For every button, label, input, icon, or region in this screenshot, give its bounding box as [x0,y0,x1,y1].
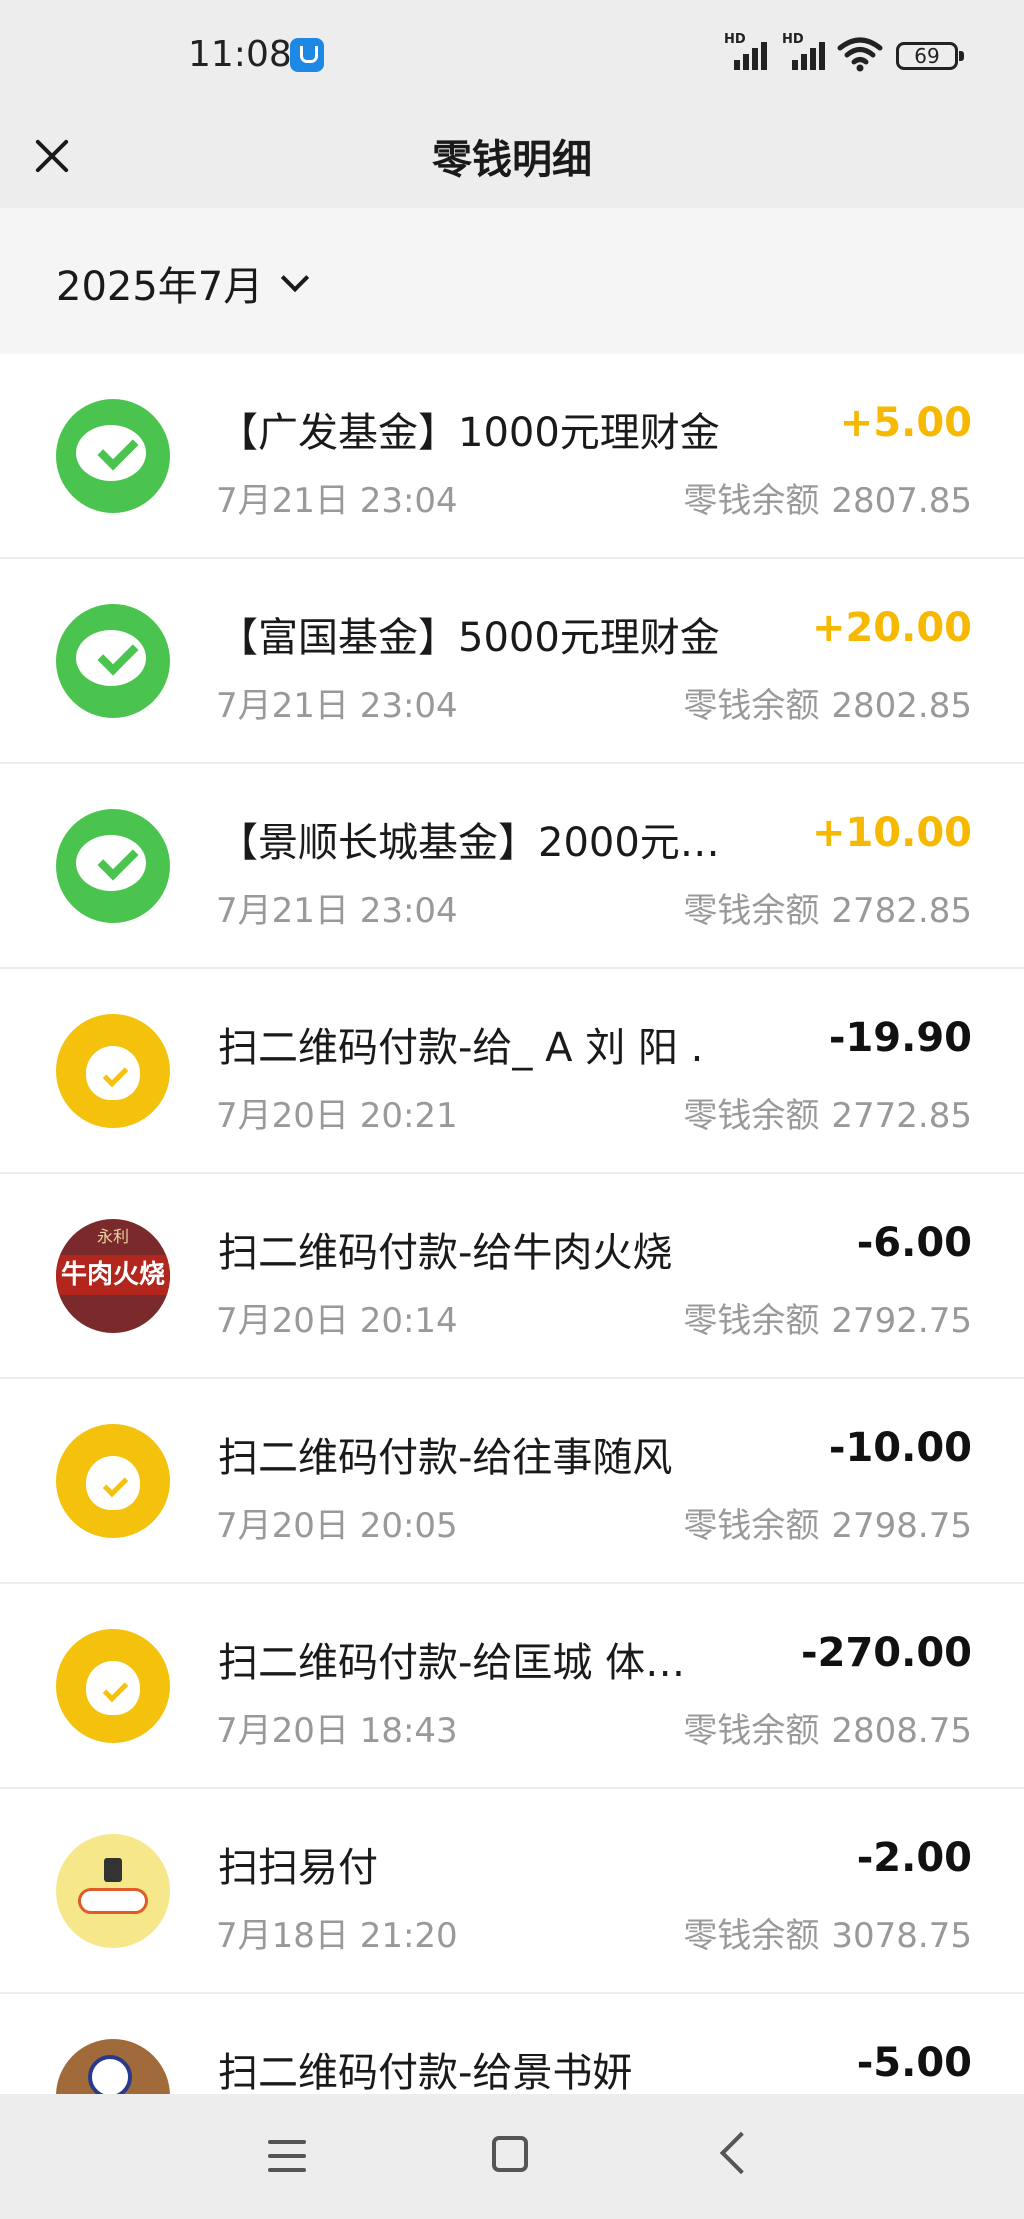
transaction-title: 【富国基金】5000元理财金 [218,615,720,661]
hd-label: HD [782,32,804,47]
transaction-title: 扫二维码付款-给匡城 体… [218,1640,686,1686]
transaction-title: 扫二维码付款-给牛肉火烧 [218,1230,673,1276]
status-time: 11:08 [188,34,292,75]
balance-value: 3078.75 [831,1916,972,1956]
transaction-title: 扫二维码付款-给_ A 刘 阳 . [218,1025,704,1071]
transaction-row[interactable]: 扫扫易付 7月18日 21:20 -2.00 零钱余额 3078.75 [0,1789,1024,1994]
balance-label: 零钱余额 [683,1916,820,1956]
transaction-row[interactable]: 扫二维码付款-给景书妍 -5.00 [0,1994,1024,2094]
transaction-time: 7月18日 21:20 [216,1916,458,1956]
balance-label: 零钱余额 [683,481,820,521]
transaction-title: 扫扫易付 [218,1845,378,1891]
balance-value: 2792.75 [831,1301,972,1341]
month-label: 2025年7月 [56,264,264,310]
transaction-row[interactable]: 扫二维码付款-给_ A 刘 阳 . 7月20日 20:21 -19.90 零钱余… [0,969,1024,1174]
transaction-amount: -270.00 [801,1630,972,1676]
moneybag-icon [56,1424,170,1538]
system-nav-bar [0,2094,1024,2219]
title-bar: 零钱明细 [0,112,1024,208]
transaction-balance: 零钱余额 2772.85 [683,1088,972,1137]
balance-label: 零钱余额 [683,1506,820,1546]
transaction-row[interactable]: 【广发基金】1000元理财金 7月21日 23:04 +5.00 零钱余额 280… [0,354,1024,559]
page-title: 零钱明细 [432,137,592,183]
signal-strength-icon: HD [724,32,776,72]
transaction-time: 7月20日 20:14 [216,1301,458,1341]
moneybag-icon [56,1014,170,1128]
battery-icon: 69 [896,42,964,70]
transaction-row[interactable]: 【景顺长城基金】2000元… 7月21日 23:04 +10.00 零钱余额 27… [0,764,1024,969]
wechat-pay-icon [56,399,170,513]
balance-label: 零钱余额 [683,1096,820,1136]
menu-icon[interactable] [268,2140,306,2172]
transaction-time: 7月21日 23:04 [216,686,458,726]
transaction-balance: 零钱余额 2792.75 [683,1293,972,1342]
transaction-time: 7月20日 20:05 [216,1506,458,1546]
month-filter-bar: 2025年7月 [0,208,1024,354]
transaction-balance: 零钱余额 2798.75 [683,1498,972,1547]
app-notification-icon [290,38,324,72]
chevron-down-icon [281,263,310,293]
transaction-time: 7月20日 18:43 [216,1711,458,1751]
hd-label: HD [724,32,746,47]
transaction-list: 【广发基金】1000元理财金 7月21日 23:04 +5.00 零钱余额 280… [0,354,1024,2094]
wechat-pay-icon [56,604,170,718]
balance-value: 2782.85 [831,891,972,931]
transaction-title: 【景顺长城基金】2000元… [218,820,720,866]
scooter-icon [56,1834,170,1948]
balance-value: 2808.75 [831,1711,972,1751]
shop-sign-top: 永利 [96,1227,129,1246]
transaction-amount: +10.00 [811,810,972,856]
transaction-title: 扫二维码付款-给景书妍 [218,2050,633,2094]
transaction-row[interactable]: 扫二维码付款-给匡城 体… 7月20日 18:43 -270.00 零钱余额 28… [0,1584,1024,1789]
moneybag-icon [56,1629,170,1743]
transaction-amount: -10.00 [828,1425,972,1471]
back-icon[interactable] [719,2131,763,2175]
transaction-amount: -5.00 [856,2040,972,2086]
battery-level: 69 [914,44,940,68]
balance-value: 2807.85 [831,481,972,521]
transaction-balance: 零钱余额 2802.85 [683,678,972,727]
transaction-title: 扫二维码付款-给往事随风 [218,1435,673,1481]
merchant-avatar: 永利 牛肉火烧 [56,1219,170,1333]
balance-label: 零钱余额 [683,686,820,726]
transaction-row[interactable]: 永利 牛肉火烧 扫二维码付款-给牛肉火烧 7月20日 20:14 -6.00 零… [0,1174,1024,1379]
status-bar: 11:08 HD HD 69 [0,0,1024,112]
transaction-balance: 零钱余额 2807.85 [683,473,972,522]
transaction-time: 7月21日 23:04 [216,481,458,521]
transaction-time: 7月20日 20:21 [216,1096,458,1136]
balance-value: 2772.85 [831,1096,972,1136]
balance-value: 2802.85 [831,686,972,726]
transaction-row[interactable]: 扫二维码付款-给往事随风 7月20日 20:05 -10.00 零钱余额 2798… [0,1379,1024,1584]
balance-label: 零钱余额 [683,1711,820,1751]
transaction-balance: 零钱余额 2808.75 [683,1703,972,1752]
home-icon[interactable] [492,2136,528,2172]
transaction-amount: +20.00 [811,605,972,651]
month-selector[interactable]: 2025年7月 [56,258,310,310]
transaction-amount: -19.90 [828,1015,972,1061]
wifi-icon [837,37,883,72]
transaction-amount: +5.00 [839,400,972,446]
ball-icon [56,2039,170,2094]
transaction-balance: 零钱余额 3078.75 [683,1908,972,1957]
transaction-title: 【广发基金】1000元理财金 [218,410,720,456]
shop-sign: 牛肉火烧 [56,1255,170,1295]
balance-label: 零钱余额 [683,1301,820,1341]
transaction-amount: -6.00 [856,1220,972,1266]
wechat-pay-icon [56,809,170,923]
balance-label: 零钱余额 [683,891,820,931]
transaction-amount: -2.00 [856,1835,972,1881]
transaction-balance: 零钱余额 2782.85 [683,883,972,932]
transaction-time: 7月21日 23:04 [216,891,458,931]
transaction-row[interactable]: 【富国基金】5000元理财金 7月21日 23:04 +20.00 零钱余额 28… [0,559,1024,764]
balance-value: 2798.75 [831,1506,972,1546]
signal-strength-icon: HD [782,32,834,72]
